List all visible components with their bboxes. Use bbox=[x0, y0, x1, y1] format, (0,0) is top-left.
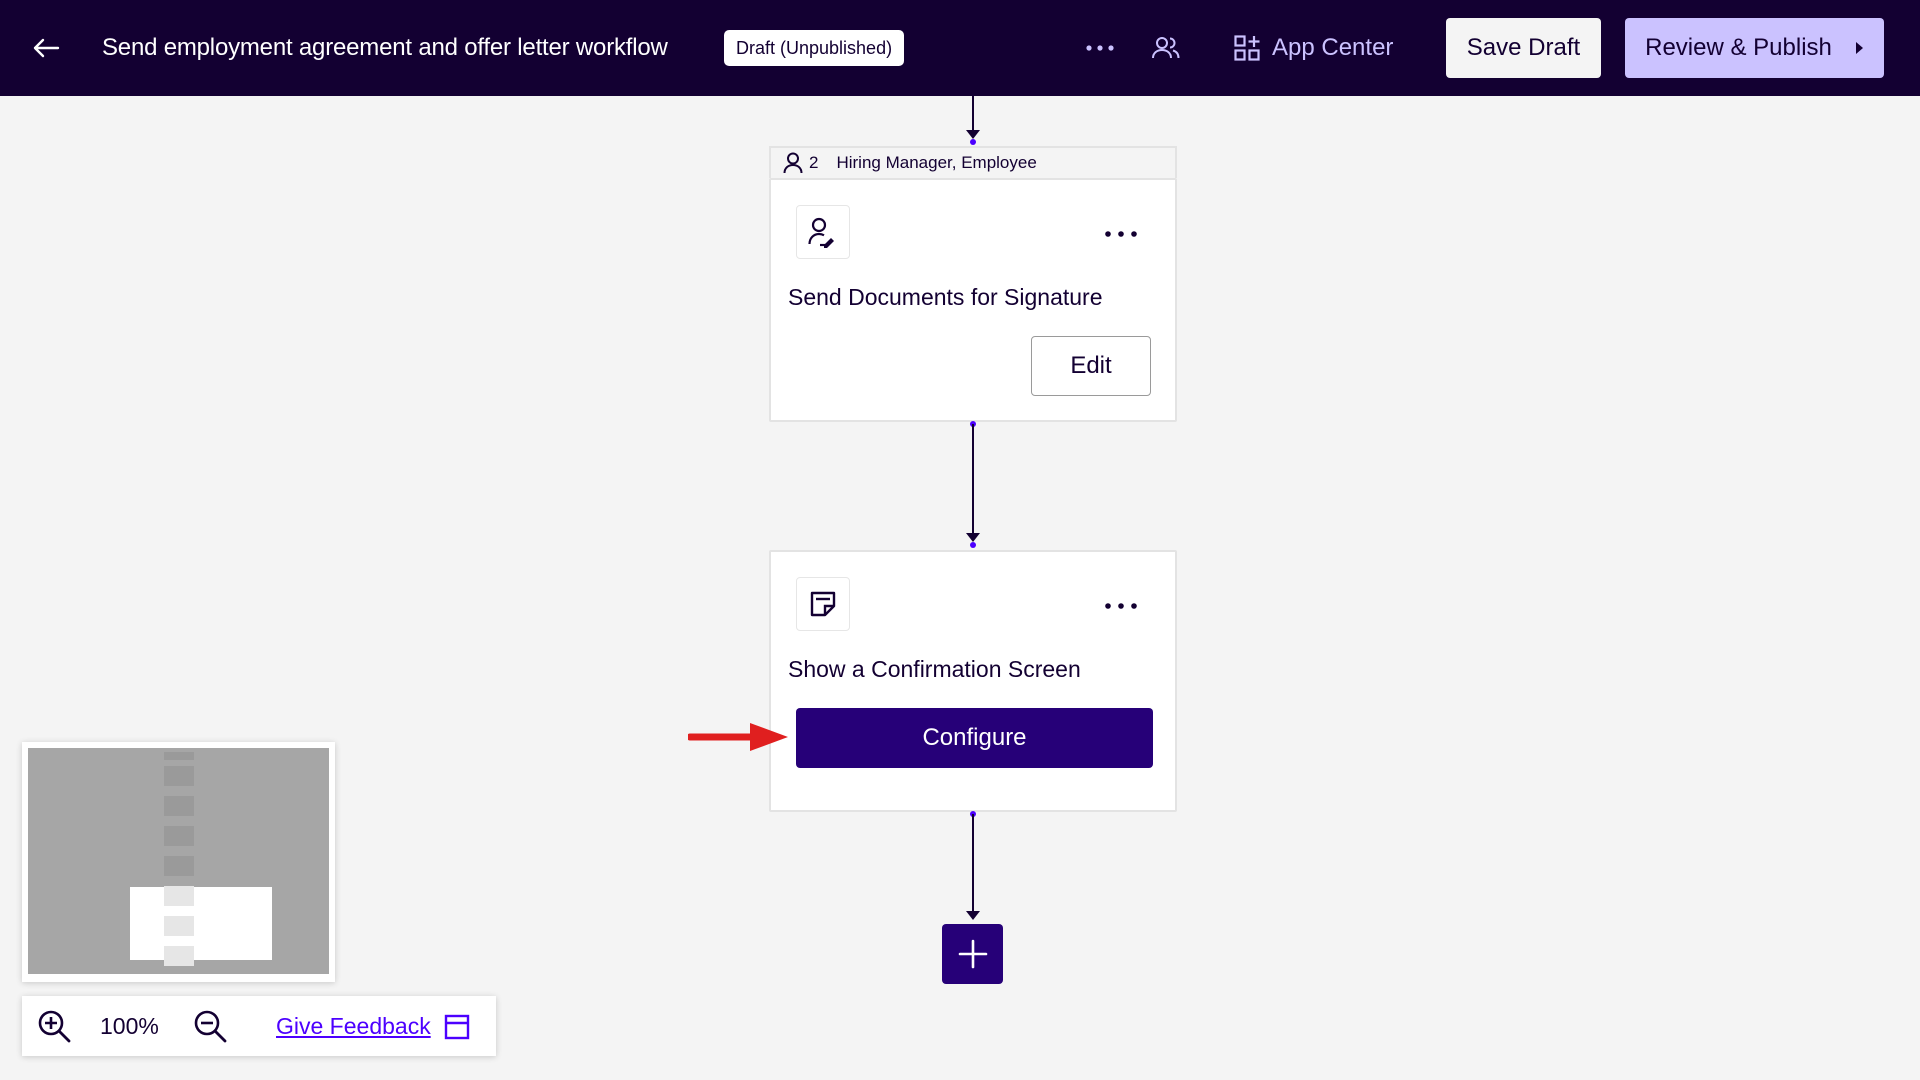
connector-dot bbox=[970, 139, 976, 145]
step-card-send-documents: Send Documents for Signature Edit bbox=[769, 178, 1177, 422]
minimap-node bbox=[164, 796, 194, 816]
more-options-icon[interactable] bbox=[1082, 32, 1118, 64]
app-grid-icon bbox=[1234, 35, 1260, 61]
app-center-label: App Center bbox=[1272, 34, 1394, 61]
app-center-button[interactable]: App Center bbox=[1234, 26, 1393, 70]
give-feedback-link[interactable]: Give Feedback bbox=[276, 996, 431, 1056]
minimap-node bbox=[164, 886, 194, 906]
status-badge: Draft (Unpublished) bbox=[724, 30, 905, 66]
review-publish-button[interactable]: Review & Publish bbox=[1625, 18, 1884, 78]
minimap-node bbox=[164, 766, 194, 786]
save-draft-button[interactable]: Save Draft bbox=[1446, 18, 1601, 78]
feedback-window-icon[interactable] bbox=[444, 1014, 470, 1040]
step-assignees: 2 Hiring Manager, Employee bbox=[769, 146, 1177, 178]
assignee-count: 2 bbox=[809, 153, 819, 172]
connector-line bbox=[972, 96, 974, 132]
review-publish-label: Review & Publish bbox=[1645, 34, 1832, 61]
annotation-arrow bbox=[688, 723, 788, 751]
step-title: Show a Confirmation Screen bbox=[788, 656, 1081, 682]
zoom-level: 100% bbox=[100, 1013, 159, 1039]
minimap-canvas bbox=[28, 748, 329, 974]
connector-arrowhead bbox=[966, 911, 980, 920]
caret-right-icon bbox=[1855, 42, 1863, 54]
connector-line bbox=[972, 424, 974, 535]
connector-arrowhead bbox=[966, 130, 980, 139]
minimap-node bbox=[164, 752, 194, 760]
connector-arrowhead bbox=[966, 533, 980, 542]
minimap-node bbox=[164, 916, 194, 936]
assignee-names: Hiring Manager, Employee bbox=[836, 153, 1037, 172]
minimap[interactable] bbox=[22, 742, 335, 982]
back-arrow-icon[interactable] bbox=[28, 30, 64, 66]
participants-icon[interactable] bbox=[1148, 30, 1184, 66]
minimap-node bbox=[164, 856, 194, 876]
top-bar: Send employment agreement and offer lett… bbox=[0, 0, 1920, 96]
minimap-node bbox=[164, 826, 194, 846]
minimap-viewport[interactable] bbox=[130, 887, 272, 960]
person-signature-icon bbox=[796, 205, 850, 259]
step-more-options-icon[interactable] bbox=[1101, 222, 1141, 246]
zoom-controls: 100% Give Feedback bbox=[22, 996, 496, 1056]
step-title: Send Documents for Signature bbox=[788, 284, 1103, 310]
workflow-title: Send employment agreement and offer lett… bbox=[102, 34, 668, 61]
zoom-in-icon[interactable] bbox=[36, 1008, 72, 1044]
zoom-out-icon[interactable] bbox=[192, 1008, 228, 1044]
confirmation-screen-icon bbox=[796, 577, 850, 631]
connector-dot bbox=[970, 542, 976, 548]
step-more-options-icon[interactable] bbox=[1101, 594, 1141, 618]
connector-line bbox=[972, 814, 974, 914]
step-card-confirmation-screen: Show a Confirmation Screen Configure bbox=[769, 550, 1177, 812]
add-step-button[interactable] bbox=[942, 924, 1003, 984]
plus-icon bbox=[958, 939, 987, 969]
minimap-node bbox=[164, 946, 194, 966]
configure-button[interactable]: Configure bbox=[796, 708, 1153, 768]
person-icon bbox=[783, 152, 803, 174]
edit-button[interactable]: Edit bbox=[1031, 336, 1151, 396]
